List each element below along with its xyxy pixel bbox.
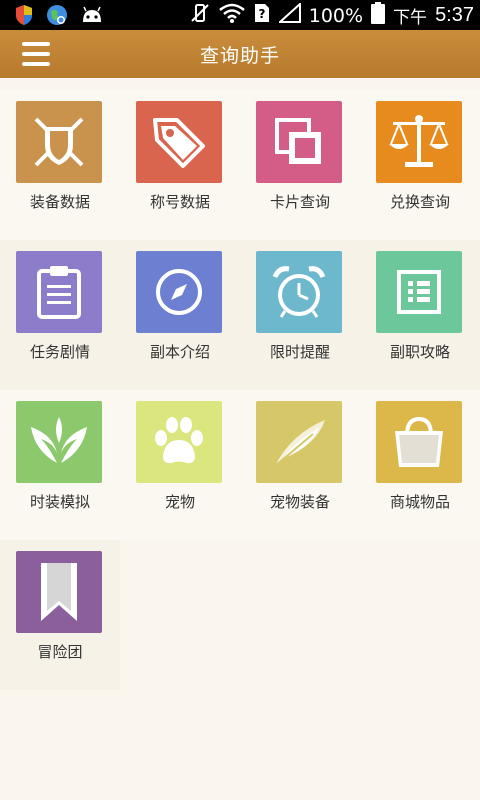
time-ampm: 下午 — [393, 8, 428, 28]
tile-label: 宠物 — [164, 493, 195, 511]
wifi-icon — [218, 3, 245, 28]
clipboard-icon — [16, 251, 102, 333]
tile-quest-story[interactable]: 任务剧情 — [0, 240, 104, 370]
cards-icon — [256, 101, 342, 183]
page-title: 查询助手 — [199, 45, 280, 67]
tile-equipment-data[interactable]: 装备数据 — [0, 90, 104, 220]
svg-text:?: ? — [258, 7, 265, 21]
tile-exchange-query[interactable]: 兑换查询 — [360, 90, 464, 220]
tile-mall-items[interactable]: 商城物品 — [360, 390, 464, 520]
tile-pet-equipment[interactable]: 宠物装备 — [240, 390, 344, 520]
balance-scale-icon — [376, 101, 462, 183]
signal-icon — [277, 1, 301, 28]
tile-label: 时装模拟 — [29, 493, 90, 511]
tile-label: 卡片查询 — [269, 193, 330, 211]
tag-icon — [136, 101, 222, 183]
paw-icon — [136, 401, 222, 483]
tile-label: 副本介绍 — [149, 343, 210, 361]
bookmark-icon — [16, 551, 102, 633]
android-icon — [80, 6, 104, 28]
battery-percent: 100% — [308, 4, 364, 27]
tile-pet[interactable]: 宠物 — [120, 390, 224, 520]
tile-side-job-guide[interactable]: 副职攻略 — [360, 240, 464, 370]
tile-label: 冒险团 — [37, 643, 83, 661]
shield-icon — [14, 4, 34, 30]
app-bar: 查询助手 — [0, 30, 480, 78]
tile-label: 限时提醒 — [269, 343, 330, 361]
alarm-clock-icon — [256, 251, 342, 333]
status-bar: ? 100% 下午 5:37 — [0, 0, 480, 30]
tile-label: 宠物装备 — [269, 493, 330, 511]
tile-card-query[interactable]: 卡片查询 — [240, 90, 344, 220]
tile-adventure-group[interactable]: 冒险团 — [0, 540, 104, 670]
tile-dungeon-intro[interactable]: 副本介绍 — [120, 240, 224, 370]
clock: 5:37 — [435, 4, 474, 26]
vibrate-icon — [189, 2, 211, 29]
notification-icon: ? — [253, 2, 271, 29]
shopping-bag-icon — [376, 401, 462, 483]
tile-label: 商城物品 — [389, 493, 450, 511]
tile-label: 副职攻略 — [389, 343, 450, 361]
tile-title-data[interactable]: 称号数据 — [120, 90, 224, 220]
globe-icon — [46, 4, 68, 30]
crossed-swords-shield-icon — [16, 101, 102, 183]
tile-timed-reminder[interactable]: 限时提醒 — [240, 240, 344, 370]
tile-label: 兑换查询 — [389, 193, 450, 211]
tile-label: 装备数据 — [29, 193, 90, 211]
tile-fashion-sim[interactable]: 时装模拟 — [0, 390, 104, 520]
tile-label: 任务剧情 — [29, 343, 90, 361]
wings-icon — [16, 401, 102, 483]
tile-label: 称号数据 — [149, 193, 210, 211]
feather-icon — [256, 401, 342, 483]
battery-icon — [371, 2, 386, 29]
compass-icon — [136, 251, 222, 333]
list-icon — [376, 251, 462, 333]
